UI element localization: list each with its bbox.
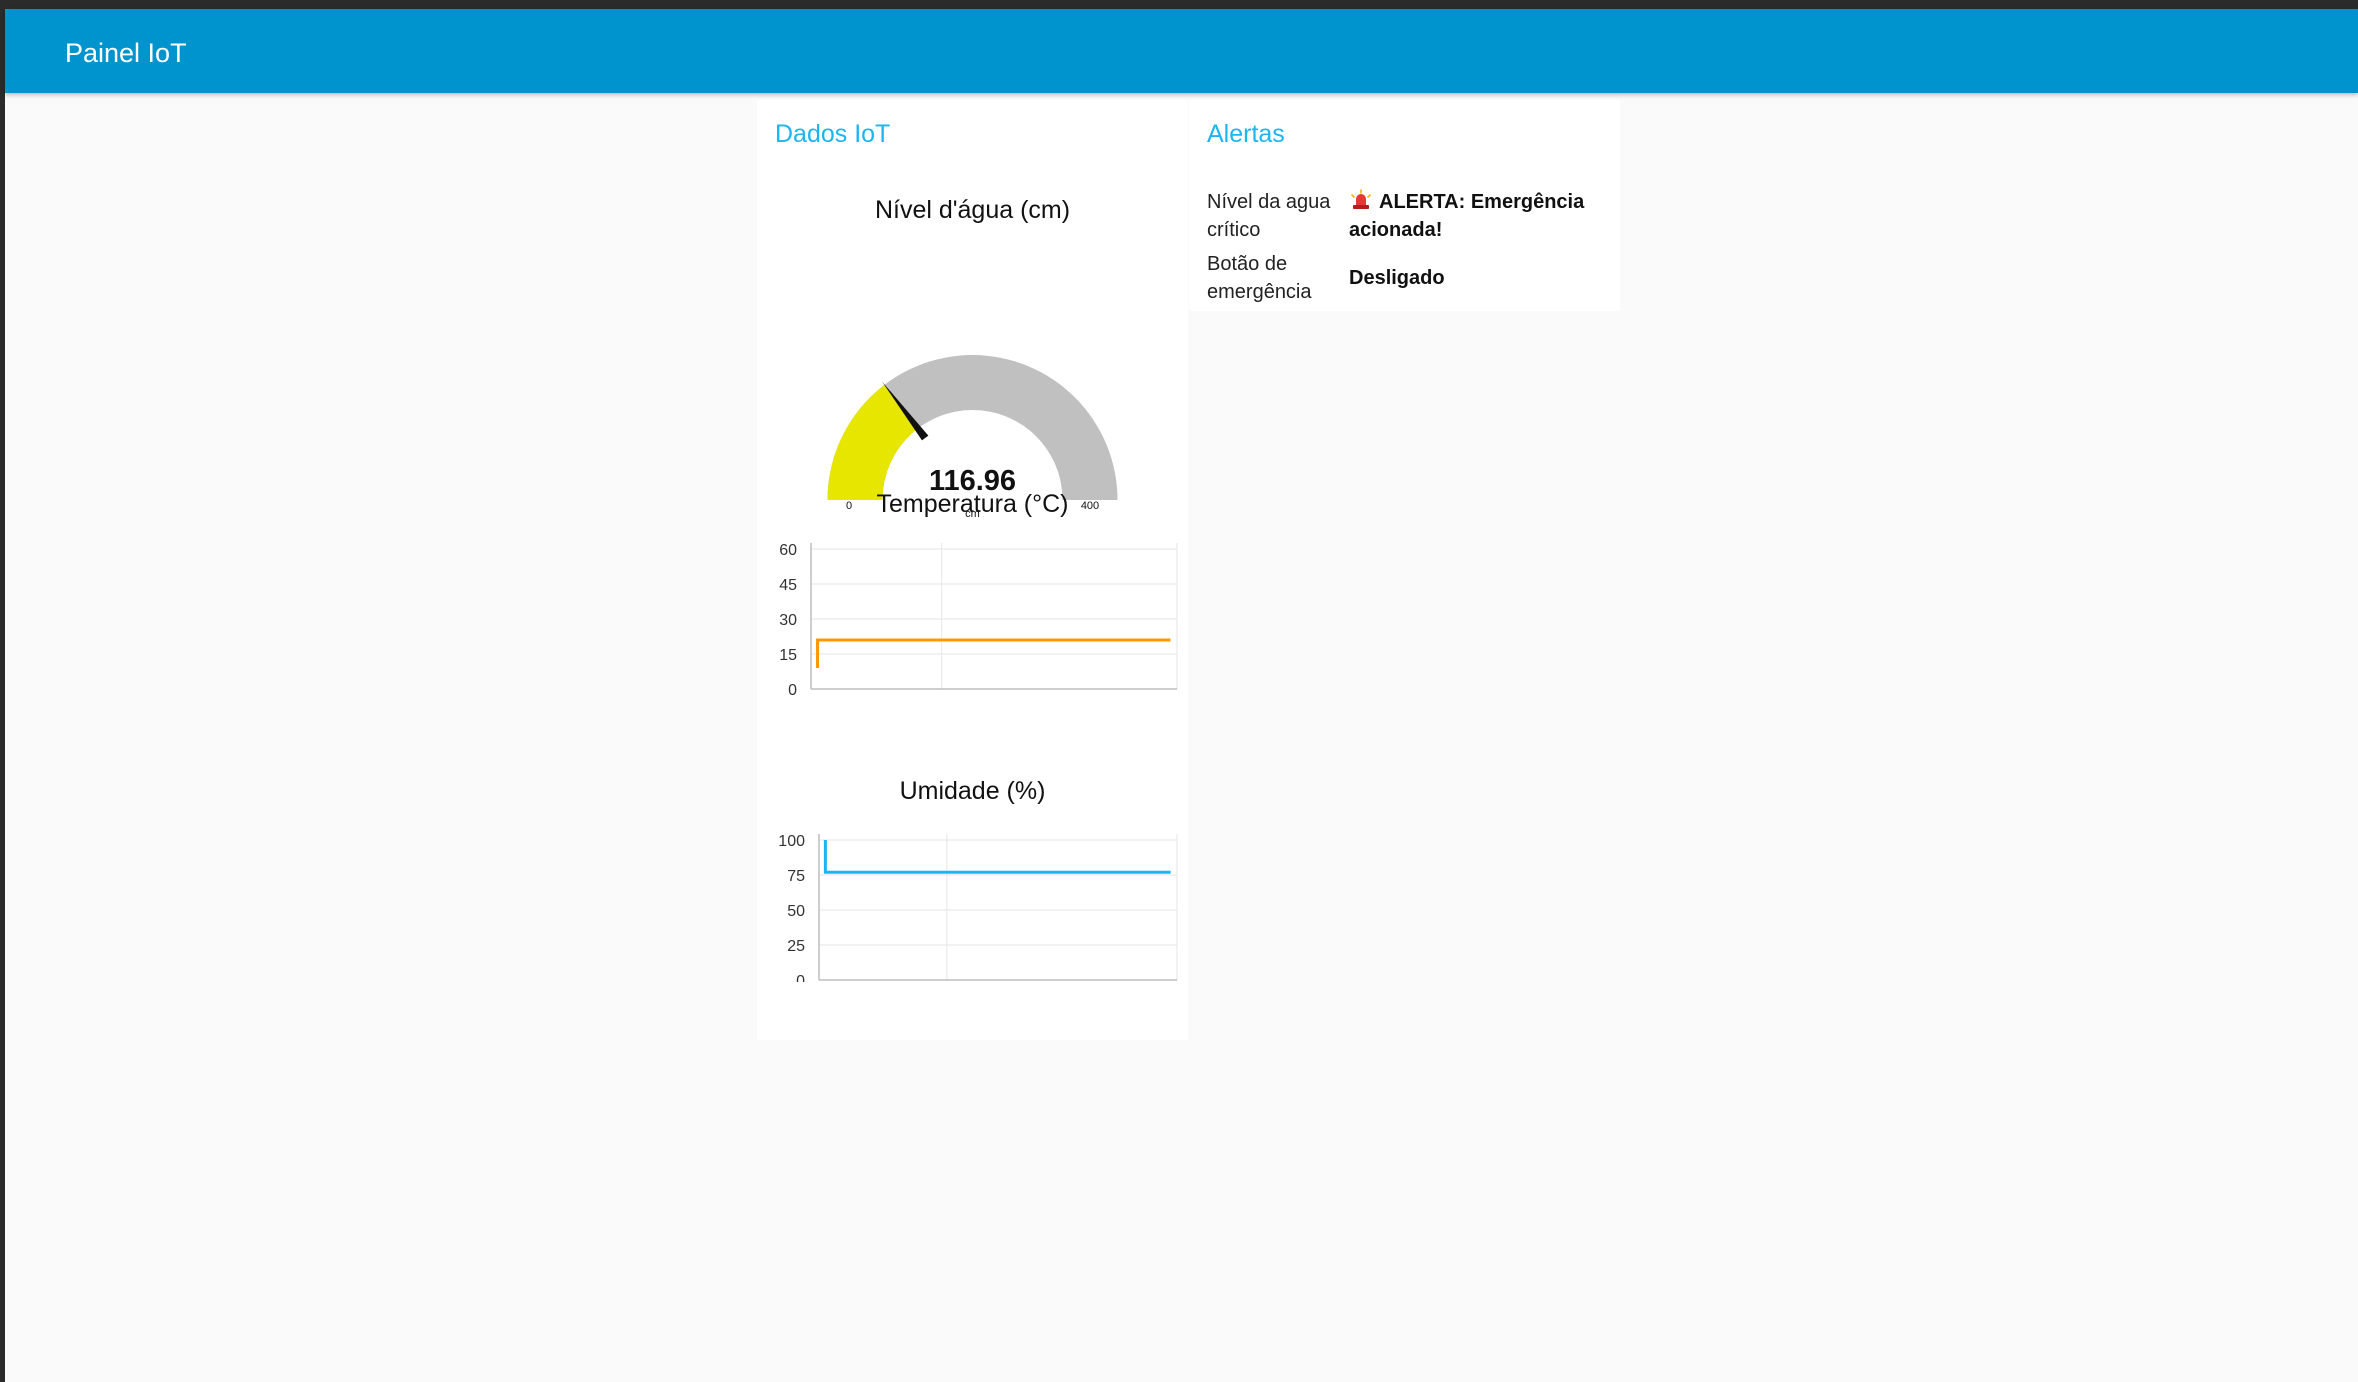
y-tick-label: 0 bbox=[796, 973, 805, 982]
emergency-button-label: Botão de emergência bbox=[1207, 253, 1312, 303]
water-level-gauge: 116.96 cm 0 400 bbox=[827, 355, 1118, 520]
group-alertas: Alertas Nível da agua crítico ALERTA: Em… bbox=[1189, 100, 1620, 311]
y-tick-label: 25 bbox=[787, 938, 805, 955]
water-level-alert-text: ALERTA: Emergência acionada! bbox=[1349, 191, 1585, 241]
humidity-chart-title: Umidade (%) bbox=[899, 777, 1046, 805]
y-tick-label: 0 bbox=[788, 682, 797, 695]
app-window: Painel IoT Dados IoT Nível d'água (cm) 1… bbox=[5, 9, 2358, 1382]
group-dados-iot: Dados IoT Nível d'água (cm) 116.96 cm 0 … bbox=[757, 100, 1188, 1040]
gauge-title: Nível d'água (cm) bbox=[874, 196, 1071, 224]
water-level-alert-value: ALERTA: Emergência acionada! bbox=[1349, 188, 1609, 244]
toolbar: Painel IoT bbox=[5, 9, 2358, 93]
group-title-dados-iot: Dados IoT bbox=[775, 120, 891, 148]
y-tick-label: 45 bbox=[779, 577, 797, 594]
group-title-alertas: Alertas bbox=[1207, 120, 1285, 148]
alarm-light-icon bbox=[1351, 189, 1371, 209]
humidity-chart: 025507510013:52:0014:02:0014:20:00 bbox=[778, 833, 1178, 982]
y-tick-label: 60 bbox=[779, 542, 797, 559]
app-title: Painel IoT bbox=[65, 38, 187, 68]
y-tick-label: 75 bbox=[787, 868, 805, 885]
y-tick-label: 30 bbox=[779, 612, 797, 629]
temperature-chart-title: Temperatura (°C) bbox=[876, 490, 1069, 518]
series-line bbox=[823, 840, 1171, 874]
water-level-alert-label: Nível da agua crítico bbox=[1207, 191, 1331, 241]
y-tick-label: 50 bbox=[787, 903, 805, 920]
y-tick-label: 100 bbox=[778, 833, 805, 850]
y-tick-label: 15 bbox=[779, 647, 797, 664]
emergency-button-status: Desligado bbox=[1349, 267, 1445, 289]
temperature-chart: 01530456013:52:0014:02:0014:20:00 bbox=[779, 542, 1178, 695]
